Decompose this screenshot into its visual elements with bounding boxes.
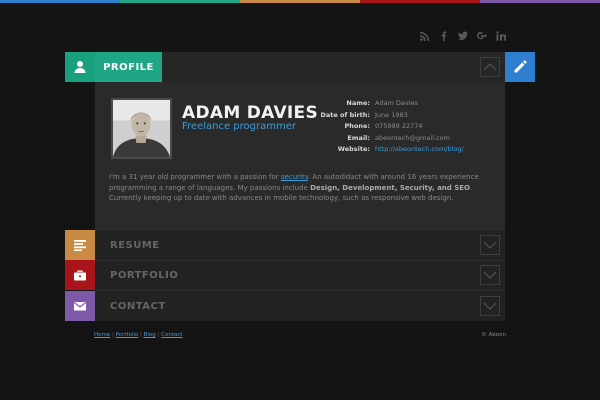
profile-panel: ADAM DAVIES Freelance programmer Name: A… — [95, 82, 505, 229]
profile-section-header[interactable]: PROFILE — [65, 52, 505, 82]
info-row: Phone: 075999 22774 — [320, 121, 464, 133]
info-label: Name: — [346, 99, 370, 107]
footer-link-home[interactable]: Home — [94, 332, 110, 338]
website-link[interactable]: http://abeontech.com/blog/ — [375, 144, 464, 156]
profile-name: ADAM DAVIES — [182, 103, 319, 123]
edit-profile-button[interactable] — [505, 52, 535, 82]
chevron-down-icon[interactable] — [480, 265, 500, 285]
topbar-segment — [0, 0, 120, 3]
footer-link-contact[interactable]: Contact — [161, 332, 182, 338]
facebook-icon[interactable] — [439, 31, 449, 41]
avatar — [111, 98, 172, 159]
top-color-bar — [0, 0, 600, 3]
contact-section-header[interactable]: CONTACT — [65, 291, 505, 321]
info-row: Website: http://abeontech.com/blog/ — [320, 144, 464, 156]
resume-label: RESUME — [110, 239, 160, 251]
profile-bio: I'm a 31 year old programmer with a pass… — [109, 172, 497, 204]
info-value: June 1983 — [375, 110, 408, 119]
info-label: Phone: — [344, 122, 371, 130]
chevron-down-icon[interactable] — [480, 235, 500, 255]
topbar-segment — [360, 0, 480, 3]
copyright: © Abeon — [481, 332, 506, 338]
resume-section-header[interactable]: RESUME — [65, 230, 505, 260]
topbar-segment — [480, 0, 600, 3]
info-row: Date of birth: June 1983 — [320, 110, 464, 122]
chevron-down-icon[interactable] — [480, 296, 500, 316]
profile-info: Name: Adam Davies Date of birth: June 19… — [320, 98, 464, 156]
info-label: Date of birth: — [320, 110, 370, 119]
info-row: Email: abeontech@gmail.com — [320, 133, 464, 145]
chevron-up-icon[interactable] — [480, 57, 500, 77]
linkedin-icon[interactable] — [496, 31, 506, 41]
footer-link-portfolio[interactable]: Portfolio — [116, 332, 139, 338]
info-value: 075999 22774 — [375, 122, 423, 130]
social-links — [420, 31, 506, 41]
bio-text: I'm a 31 year old programmer with a pass… — [109, 173, 281, 181]
contact-label: CONTACT — [110, 300, 166, 312]
info-value: Adam Davies — [375, 99, 418, 107]
security-link[interactable]: security — [281, 173, 308, 181]
rss-icon[interactable] — [420, 31, 430, 41]
google-plus-icon[interactable] — [477, 31, 487, 41]
portfolio-section-header[interactable]: PORTFOLIO — [65, 260, 505, 290]
info-row: Name: Adam Davies — [320, 98, 464, 110]
user-icon — [65, 52, 95, 82]
briefcase-icon — [65, 260, 95, 290]
profile-title: Freelance programmer — [182, 121, 296, 132]
twitter-icon[interactable] — [458, 31, 468, 41]
footer-nav: Home | Portfolio | Blog | Contact — [94, 332, 183, 338]
topbar-segment — [120, 0, 240, 3]
topbar-segment — [240, 0, 360, 3]
info-label: Email: — [347, 133, 370, 142]
email-value: abeontech@gmail.com — [375, 133, 450, 142]
list-icon — [65, 230, 95, 260]
portfolio-label: PORTFOLIO — [110, 269, 179, 281]
info-label: Website: — [337, 145, 370, 153]
profile-label: PROFILE — [95, 52, 162, 82]
envelope-icon — [65, 291, 95, 321]
bio-highlight: Design, Development, Security, and SEO — [310, 183, 470, 192]
footer-link-blog[interactable]: Blog — [144, 332, 156, 338]
pencil-icon — [514, 60, 527, 73]
